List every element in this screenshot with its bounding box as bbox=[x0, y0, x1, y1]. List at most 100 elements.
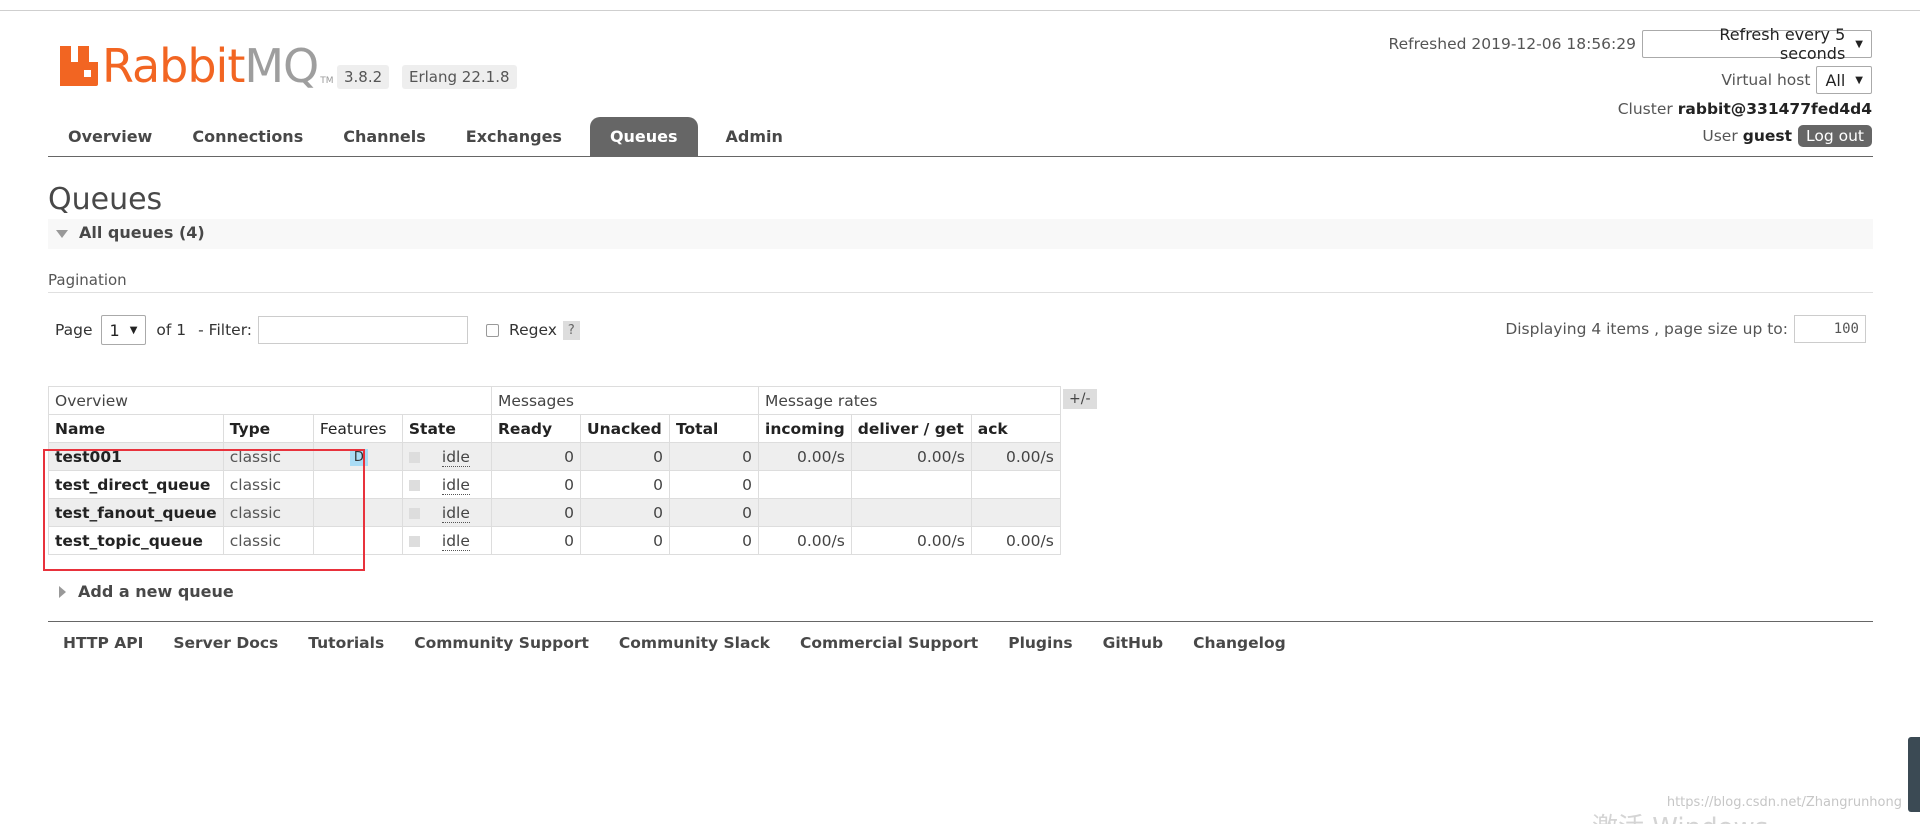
queue-state: idle bbox=[401, 442, 493, 471]
unacked-count: 0 bbox=[580, 498, 670, 527]
footer-link-changelog[interactable]: Changelog bbox=[1193, 634, 1286, 652]
footer-links: HTTP API Server Docs Tutorials Community… bbox=[63, 634, 1316, 652]
state-indicator-icon bbox=[408, 479, 420, 491]
nav-divider bbox=[48, 156, 1873, 157]
rabbitmq-logo[interactable]: RabbitMQ TM bbox=[60, 42, 334, 90]
refresh-interval-select[interactable]: Refresh every 5 seconds ▼ bbox=[1642, 25, 1872, 63]
chevron-down-icon: ▼ bbox=[1855, 38, 1863, 50]
group-message-rates: Message rates bbox=[758, 386, 1061, 415]
ready-count: 0 bbox=[491, 442, 581, 471]
page-size-input[interactable] bbox=[1794, 315, 1866, 343]
col-name[interactable]: Name bbox=[48, 414, 224, 443]
page-select[interactable]: 1 ▼ bbox=[100, 315, 147, 345]
unacked-count: 0 bbox=[580, 442, 670, 471]
user-name: guest bbox=[1742, 127, 1792, 145]
toggle-columns-button[interactable]: +/- bbox=[1063, 389, 1097, 409]
vhost-value: All bbox=[1825, 70, 1846, 90]
pagination-controls: Page 1 ▼ of 1 - Filter: Regex ? bbox=[55, 315, 580, 345]
add-queue-toggle[interactable]: Add a new queue bbox=[59, 582, 234, 601]
footer-divider bbox=[48, 621, 1873, 622]
windows-activation-watermark: 激活 Windows bbox=[1592, 807, 1768, 824]
page-size-controls: Displaying 4 items , page size up to: bbox=[1505, 315, 1866, 343]
state-text: idle bbox=[441, 447, 470, 467]
side-widget-edge bbox=[1908, 737, 1920, 812]
tab-admin[interactable]: Admin bbox=[706, 117, 803, 157]
tab-channels[interactable]: Channels bbox=[323, 117, 446, 157]
footer-link-server-docs[interactable]: Server Docs bbox=[173, 634, 278, 652]
displaying-label: Displaying 4 items , page size up to: bbox=[1505, 320, 1788, 338]
footer-link-tutorials[interactable]: Tutorials bbox=[308, 634, 384, 652]
col-incoming[interactable]: incoming bbox=[758, 414, 852, 443]
total-count: 0 bbox=[669, 526, 759, 555]
deliver-get-rate bbox=[850, 498, 972, 527]
total-count: 0 bbox=[669, 498, 759, 527]
ready-count: 0 bbox=[491, 470, 581, 499]
cluster-name: rabbit@331477fed4d4 bbox=[1677, 100, 1872, 118]
footer-link-community-support[interactable]: Community Support bbox=[414, 634, 589, 652]
tab-exchanges[interactable]: Exchanges bbox=[446, 117, 582, 157]
logout-button[interactable]: Log out bbox=[1798, 125, 1872, 147]
regex-help-button[interactable]: ? bbox=[562, 320, 580, 340]
pagination-label: Pagination bbox=[48, 271, 127, 289]
filter-input[interactable] bbox=[258, 316, 469, 344]
state-indicator-icon bbox=[408, 451, 420, 463]
user-label: User bbox=[1702, 127, 1738, 145]
version-badge: 3.8.2 bbox=[337, 65, 390, 89]
all-queues-section-toggle[interactable]: All queues (4) bbox=[48, 219, 1873, 249]
rabbitmq-logo-icon bbox=[60, 46, 98, 86]
col-ack[interactable]: ack bbox=[970, 414, 1061, 443]
col-unacked[interactable]: Unacked bbox=[580, 414, 670, 443]
state-text: idle bbox=[441, 475, 470, 495]
ack-rate bbox=[970, 470, 1061, 499]
table-header-row: Name Type Features State Ready Unacked T… bbox=[48, 414, 1061, 443]
unacked-count: 0 bbox=[580, 526, 670, 555]
triangle-right-icon bbox=[59, 585, 66, 598]
chevron-down-icon: ▼ bbox=[129, 324, 138, 336]
logo-trademark: TM bbox=[320, 76, 334, 86]
state-text: idle bbox=[441, 531, 470, 551]
col-deliver-get[interactable]: deliver / get bbox=[850, 414, 972, 443]
all-queues-label: All queues (4) bbox=[79, 223, 205, 242]
highlight-annotation-box bbox=[43, 449, 365, 571]
page-title: Queues bbox=[48, 182, 163, 217]
footer-link-commercial-support[interactable]: Commercial Support bbox=[800, 634, 978, 652]
triangle-down-icon bbox=[56, 230, 68, 238]
footer-link-plugins[interactable]: Plugins bbox=[1008, 634, 1072, 652]
tab-queues[interactable]: Queues bbox=[589, 117, 698, 157]
erlang-version-badge: Erlang 22.1.8 bbox=[402, 65, 517, 89]
cluster-label: Cluster bbox=[1617, 100, 1673, 118]
footer-link-github[interactable]: GitHub bbox=[1103, 634, 1164, 652]
page-label: Page bbox=[55, 321, 93, 339]
total-count: 0 bbox=[669, 442, 759, 471]
add-queue-label: Add a new queue bbox=[78, 582, 234, 601]
state-indicator-icon bbox=[408, 507, 420, 519]
ack-rate bbox=[970, 498, 1061, 527]
ack-rate: 0.00/s bbox=[970, 442, 1061, 471]
vhost-label: Virtual host bbox=[1721, 71, 1811, 89]
filter-label: - Filter: bbox=[198, 321, 253, 339]
logo-wordmark: RabbitMQ bbox=[102, 39, 319, 93]
col-type[interactable]: Type bbox=[222, 414, 314, 443]
vhost-select[interactable]: All ▼ bbox=[1816, 66, 1872, 94]
ready-count: 0 bbox=[491, 498, 581, 527]
refreshed-timestamp: Refreshed 2019-12-06 18:56:29 bbox=[1388, 35, 1636, 53]
total-count: 0 bbox=[669, 470, 759, 499]
col-ready[interactable]: Ready bbox=[491, 414, 581, 443]
group-messages: Messages bbox=[491, 386, 759, 415]
col-state[interactable]: State bbox=[401, 414, 493, 443]
page-count: of 1 bbox=[156, 321, 187, 339]
col-total[interactable]: Total bbox=[669, 414, 759, 443]
status-panel: Refreshed 2019-12-06 18:56:29 Refresh ev… bbox=[1388, 25, 1872, 149]
footer-link-http-api[interactable]: HTTP API bbox=[63, 634, 143, 652]
footer-link-community-slack[interactable]: Community Slack bbox=[619, 634, 770, 652]
incoming-rate: 0.00/s bbox=[758, 526, 852, 555]
table-group-row: Overview Messages Message rates bbox=[48, 386, 1061, 415]
state-indicator-icon bbox=[408, 535, 420, 547]
deliver-get-rate bbox=[850, 470, 972, 499]
regex-checkbox[interactable] bbox=[486, 323, 500, 337]
queue-state: idle bbox=[401, 498, 493, 527]
tab-connections[interactable]: Connections bbox=[172, 117, 323, 157]
incoming-rate: 0.00/s bbox=[758, 442, 852, 471]
queue-state: idle bbox=[401, 526, 493, 555]
tab-overview[interactable]: Overview bbox=[48, 117, 172, 157]
